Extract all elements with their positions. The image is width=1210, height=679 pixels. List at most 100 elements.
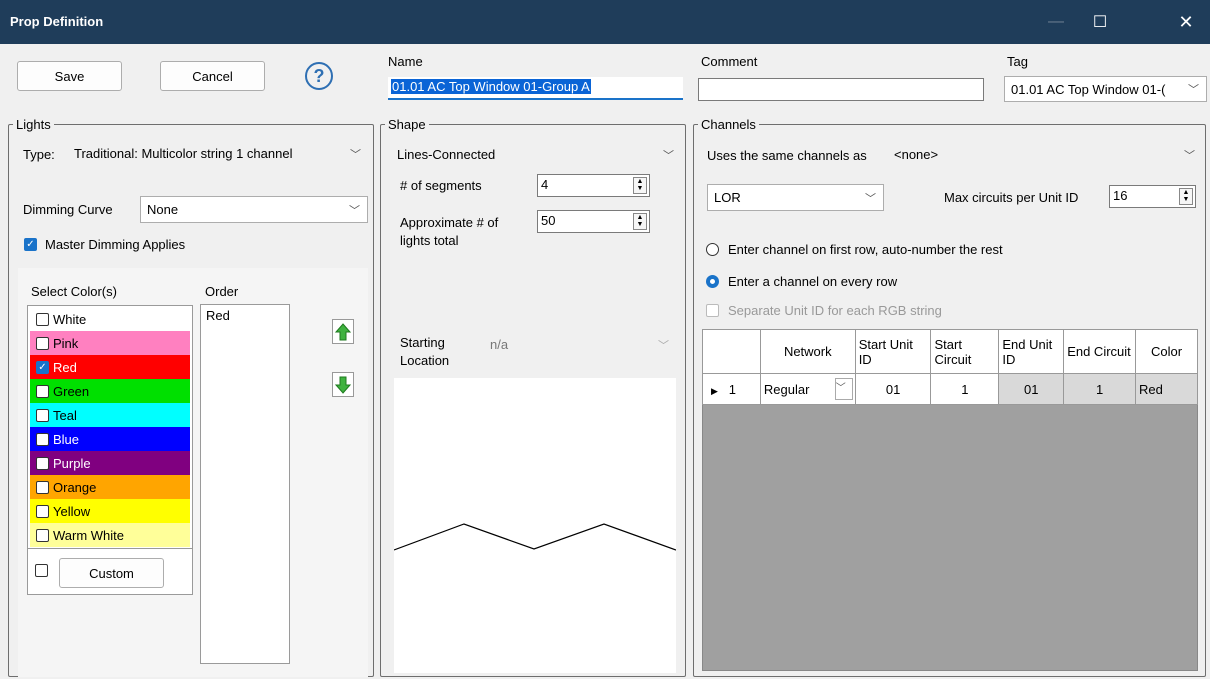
approx-label-line2: lights total: [400, 233, 459, 248]
color-option-label: Purple: [53, 455, 91, 471]
color-option-pink[interactable]: Pink: [30, 331, 190, 355]
color-option-white[interactable]: White: [30, 307, 190, 331]
comment-field[interactable]: [698, 78, 984, 101]
chevron-down-icon[interactable]: ﹀: [834, 378, 853, 400]
shape-type-combo[interactable]: Lines-Connected ﹀: [391, 141, 681, 168]
row-pointer-icon: ▶: [711, 385, 718, 396]
color-option-label: Warm White: [53, 527, 125, 543]
network-type-value: LOR: [714, 190, 741, 205]
minimize-icon[interactable]: —: [1034, 0, 1078, 44]
color-option-purple[interactable]: Purple: [30, 451, 190, 475]
checkbox-icon: [706, 304, 719, 317]
max-circuits-value: 16: [1113, 188, 1128, 203]
select-colors-label: Select Color(s): [31, 284, 117, 299]
checkbox-icon: [36, 528, 49, 542]
list-item[interactable]: Red: [206, 308, 284, 323]
type-combo[interactable]: Traditional: Multicolor string 1 channel…: [68, 140, 368, 167]
checkbox-icon: [36, 408, 49, 422]
row-number-cell: ▶ 1: [702, 373, 761, 405]
maximize-icon[interactable]: ☐: [1078, 0, 1122, 44]
header-end-circuit: End Circuit: [1063, 329, 1137, 374]
start-unit-cell[interactable]: 01: [854, 373, 932, 405]
spinner-icon[interactable]: ▲ ▼: [633, 177, 647, 194]
dimming-combo[interactable]: None ﹀: [140, 196, 368, 223]
header-network: Network: [759, 329, 856, 374]
cancel-button[interactable]: Cancel: [160, 61, 265, 91]
order-list[interactable]: Red: [200, 304, 290, 664]
name-value: 01.01 AC Top Window 01-Group A: [391, 79, 591, 94]
close-icon[interactable]: ✕: [1164, 0, 1208, 44]
master-dimming-checkbox[interactable]: ✓ Master Dimming Applies: [24, 237, 185, 252]
color-option-label: Blue: [53, 431, 80, 447]
approx-lights-field[interactable]: 50 ▲ ▼: [537, 210, 650, 233]
color-option-label: Red: [53, 359, 77, 375]
radio-auto-number[interactable]: Enter channel on first row, auto-number …: [706, 242, 1003, 257]
radio-selected-icon: [706, 275, 719, 288]
table-row[interactable]: ▶ 1 Regular ﹀ 01 1 01 1 Red: [702, 373, 1198, 405]
approx-value: 50: [541, 213, 556, 228]
color-option-green[interactable]: Green: [30, 379, 190, 403]
chevron-down-icon: ﹀: [663, 149, 674, 162]
starting-location-value: n/a: [490, 337, 509, 352]
checkbox-icon: [36, 312, 49, 326]
tag-label: Tag: [1007, 54, 1028, 69]
starting-location-combo: n/a ﹀: [484, 331, 676, 358]
segments-label: # of segments: [400, 178, 482, 193]
custom-button[interactable]: Custom: [59, 558, 164, 588]
start-circuit-cell[interactable]: 1: [930, 373, 1000, 405]
color-option-orange[interactable]: Orange: [30, 475, 190, 499]
segments-value: 4: [541, 177, 549, 192]
help-icon[interactable]: ?: [305, 62, 333, 90]
shape-preview: [393, 378, 677, 673]
chevron-down-icon: ﹀: [865, 192, 876, 205]
checkbox-icon: [36, 336, 49, 350]
max-circuits-field[interactable]: 16 ▲ ▼: [1109, 185, 1196, 208]
name-label: Name: [388, 54, 423, 69]
table-header: Network Start Unit ID Start Circuit End …: [702, 329, 1198, 374]
color-cell: Red: [1135, 373, 1198, 405]
checkbox-icon: [36, 504, 49, 518]
same-channels-value: <none>: [894, 147, 939, 162]
checkmark-icon: ✓: [24, 238, 37, 251]
segments-field[interactable]: 4 ▲ ▼: [537, 174, 650, 197]
color-option-red[interactable]: ✓ Red: [30, 355, 190, 379]
network-type-combo[interactable]: LOR ﹀: [707, 184, 884, 211]
color-option-label: Yellow: [53, 503, 91, 519]
spinner-icon[interactable]: ▲ ▼: [1179, 188, 1193, 205]
lights-group-label: Lights: [13, 117, 54, 132]
name-field[interactable]: 01.01 AC Top Window 01-Group A: [388, 77, 683, 100]
color-option-label: White: [53, 311, 87, 327]
header-blank: [702, 329, 761, 374]
radio-every-row[interactable]: Enter a channel on every row: [706, 274, 897, 289]
same-channels-combo[interactable]: <none> ﹀: [888, 141, 1202, 168]
comment-label: Comment: [701, 54, 758, 69]
checkmark-icon: ✓: [36, 360, 49, 374]
custom-checkbox[interactable]: [35, 564, 48, 577]
color-option-teal[interactable]: Teal: [30, 403, 190, 427]
start-label-line2: Location: [400, 353, 450, 368]
channel-table: Network Start Unit ID Start Circuit End …: [702, 329, 1198, 405]
color-option-label: Orange: [53, 479, 97, 495]
max-circuits-label: Max circuits per Unit ID: [944, 190, 1079, 205]
row-number: 1: [728, 381, 736, 397]
master-dimming-label: Master Dimming Applies: [45, 237, 186, 252]
chevron-down-icon: ﹀: [1184, 149, 1195, 162]
radio-icon: [706, 243, 719, 256]
radio-every-row-label: Enter a channel on every row: [728, 274, 898, 289]
save-button[interactable]: Save: [17, 61, 122, 91]
approx-label-line1: Approximate # of: [400, 215, 499, 230]
network-cell[interactable]: Regular ﹀: [759, 373, 856, 405]
move-up-button[interactable]: [332, 319, 354, 344]
color-option-warm-white[interactable]: Warm White: [30, 523, 190, 547]
end-unit-cell: 01: [998, 373, 1065, 405]
move-down-button[interactable]: [332, 372, 354, 397]
spinner-icon[interactable]: ▲ ▼: [633, 213, 647, 230]
end-circuit-cell: 1: [1063, 373, 1137, 405]
color-option-yellow[interactable]: Yellow: [30, 499, 190, 523]
header-start-unit: Start Unit ID: [854, 329, 932, 374]
tag-combo[interactable]: 01.01 AC Top Window 01-( ﹀: [1004, 76, 1207, 102]
network-cell-value: Regular: [763, 381, 810, 397]
radio-auto-number-label: Enter channel on first row, auto-number …: [728, 242, 1003, 257]
color-option-blue[interactable]: Blue: [30, 427, 190, 451]
checkbox-icon: [36, 456, 49, 470]
